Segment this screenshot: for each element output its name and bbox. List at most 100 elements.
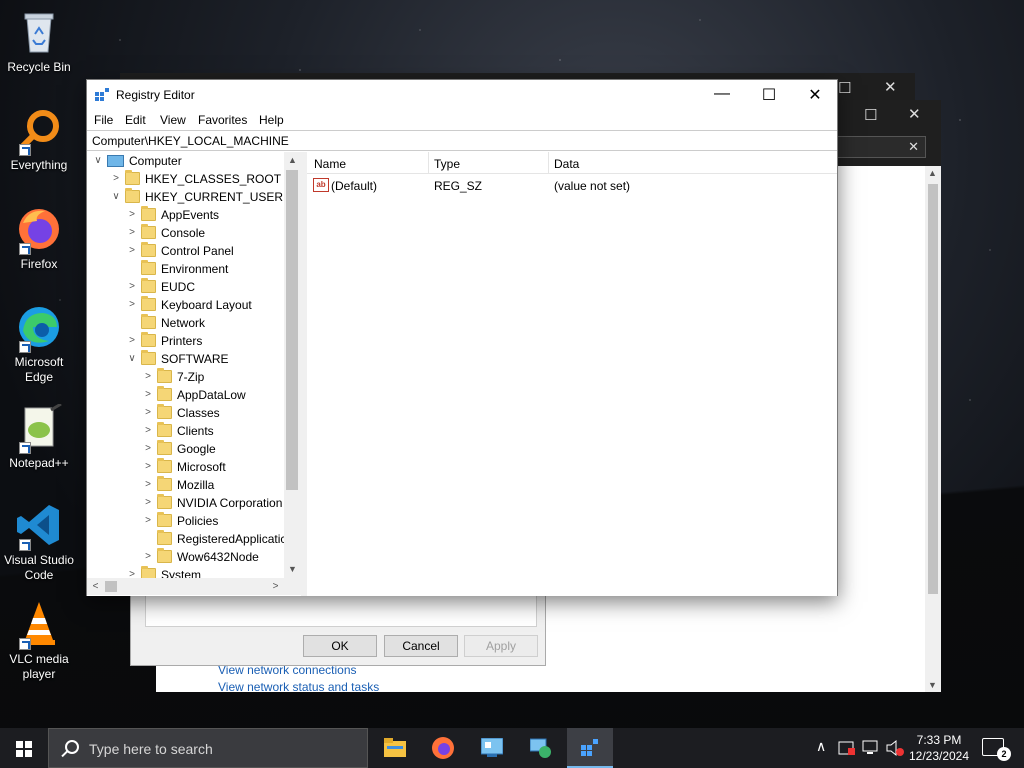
properties-dialog: OK Cancel Apply <box>130 594 546 666</box>
ok-button[interactable]: OK <box>303 635 377 657</box>
scroll-up-icon[interactable]: ▲ <box>928 168 937 178</box>
scrollbar-thumb[interactable] <box>928 184 938 594</box>
search-icon <box>65 740 79 754</box>
scroll-right-icon[interactable]: > <box>267 578 284 595</box>
menu-edit[interactable]: Edit <box>125 113 146 127</box>
values-list: Name Type Data ab (Default) REG_SZ (valu… <box>307 152 837 596</box>
maximize-icon[interactable]: ☐ <box>864 106 877 124</box>
folder-icon <box>141 224 156 239</box>
menu-favorites[interactable]: Favorites <box>198 113 247 127</box>
search-input[interactable]: ✕ <box>836 136 926 158</box>
column-header-name[interactable]: Name <box>314 157 346 171</box>
address-bar[interactable]: Computer\HKEY_LOCAL_MACHINE <box>87 130 837 151</box>
menu-help[interactable]: Help <box>259 113 284 127</box>
desktop-icon-recycle-bin[interactable]: Recycle Bin <box>0 8 78 75</box>
chevron-right-icon[interactable]: > <box>127 278 137 296</box>
list-header: Name Type Data <box>307 152 837 174</box>
clock-time: 7:33 PM <box>916 733 962 747</box>
vertical-scrollbar[interactable]: ▲ ▼ <box>925 166 941 692</box>
desktop-icon-firefox[interactable]: Firefox <box>0 205 78 272</box>
chevron-right-icon[interactable]: > <box>143 548 153 566</box>
registry-editor-icon <box>94 87 110 103</box>
string-value-icon: ab <box>313 178 329 192</box>
menu-view[interactable]: View <box>160 113 186 127</box>
folder-open-icon <box>141 350 156 365</box>
link-view-network-status[interactable]: View network status and tasks <box>218 680 379 694</box>
chevron-right-icon[interactable]: > <box>143 404 153 422</box>
chevron-right-icon[interactable]: > <box>143 458 153 476</box>
apply-button[interactable]: Apply <box>464 635 538 657</box>
minimize-icon[interactable]: — <box>707 85 737 103</box>
chevron-right-icon[interactable]: > <box>127 206 137 224</box>
folder-icon <box>141 332 156 347</box>
column-header-type[interactable]: Type <box>434 157 460 171</box>
tree-vertical-scrollbar[interactable]: ▲ ▼ <box>284 152 301 578</box>
folder-icon <box>157 440 172 455</box>
folder-icon <box>141 278 156 293</box>
scrollbar-thumb[interactable] <box>105 581 117 592</box>
close-icon[interactable]: ✕ <box>884 78 897 96</box>
maximize-icon[interactable]: ☐ <box>838 79 851 97</box>
start-button[interactable] <box>0 728 48 768</box>
chevron-right-icon[interactable]: > <box>127 332 137 350</box>
tree-label: Network <box>161 316 206 330</box>
taskbar-search[interactable]: Type here to search <box>48 728 368 768</box>
desktop-icon-vlc[interactable]: VLC media player <box>0 600 78 682</box>
cancel-button[interactable]: Cancel <box>384 635 458 657</box>
column-header-data[interactable]: Data <box>554 157 579 171</box>
chevron-right-icon[interactable]: > <box>143 422 153 440</box>
show-hidden-icons-chevron-up-icon[interactable]: ∧ <box>816 738 826 768</box>
clear-search-icon[interactable]: ✕ <box>908 139 919 155</box>
close-icon[interactable]: ✕ <box>800 85 830 105</box>
scroll-down-icon[interactable]: ▼ <box>284 561 301 578</box>
network-icon[interactable] <box>862 739 880 768</box>
scrollbar-thumb[interactable] <box>286 170 298 490</box>
chevron-right-icon[interactable]: > <box>127 224 137 242</box>
chevron-right-icon[interactable]: > <box>111 170 121 188</box>
tree-horizontal-scrollbar[interactable]: < > <box>87 578 301 595</box>
taskbar-file-explorer[interactable] <box>372 728 418 768</box>
tree-label: NVIDIA Corporation <box>177 496 283 510</box>
chevron-right-icon[interactable]: > <box>143 476 153 494</box>
close-icon[interactable]: ✕ <box>908 105 921 123</box>
tree-label: Mozilla <box>177 478 215 492</box>
edge-icon <box>15 303 63 353</box>
scroll-down-icon[interactable]: ▼ <box>928 680 937 690</box>
maximize-icon[interactable]: ☐ <box>754 85 784 105</box>
clock-date: 12/23/2024 <box>908 749 970 763</box>
taskbar-registry-editor[interactable] <box>567 728 613 768</box>
tree-label: Policies <box>177 514 219 528</box>
chevron-down-icon[interactable]: ∨ <box>111 188 121 206</box>
chevron-right-icon[interactable]: > <box>143 512 153 530</box>
chevron-right-icon[interactable]: > <box>143 494 153 512</box>
volume-muted-icon[interactable] <box>886 739 904 768</box>
tray-app-icon[interactable] <box>838 739 856 768</box>
recycle-bin-icon <box>15 8 63 56</box>
folder-icon <box>157 494 172 509</box>
taskbar-network-app[interactable] <box>518 728 564 768</box>
action-center-icon[interactable]: 2 <box>982 738 1011 761</box>
chevron-right-icon[interactable]: > <box>143 440 153 458</box>
chevron-down-icon[interactable]: ∨ <box>127 350 137 368</box>
chevron-right-icon[interactable]: > <box>143 368 153 386</box>
chevron-right-icon[interactable]: > <box>127 296 137 314</box>
column-divider[interactable] <box>428 152 429 174</box>
desktop-icon-edge[interactable]: Microsoft Edge <box>0 303 78 385</box>
tree-label: Keyboard Layout <box>161 298 252 312</box>
taskbar-control-panel[interactable] <box>469 728 515 768</box>
folder-icon <box>157 476 172 491</box>
icon-label: Notepad++ <box>9 456 69 470</box>
title-bar[interactable]: Registry Editor — ☐ ✕ <box>87 80 837 110</box>
chevron-down-icon[interactable]: ∨ <box>93 152 103 170</box>
taskbar-firefox[interactable] <box>420 728 466 768</box>
scroll-left-icon[interactable]: < <box>87 578 104 595</box>
column-divider[interactable] <box>548 152 549 174</box>
desktop-icon-everything[interactable]: Everything <box>0 106 78 173</box>
chevron-right-icon[interactable]: > <box>143 386 153 404</box>
system-clock[interactable]: 7:33 PM 12/23/2024 <box>904 732 974 764</box>
desktop-icon-vscode[interactable]: Visual Studio Code <box>0 501 78 583</box>
desktop-icon-notepadpp[interactable]: Notepad++ <box>0 402 78 471</box>
menu-file[interactable]: File <box>94 113 113 127</box>
chevron-right-icon[interactable]: > <box>127 242 137 260</box>
scroll-up-icon[interactable]: ▲ <box>284 152 301 169</box>
